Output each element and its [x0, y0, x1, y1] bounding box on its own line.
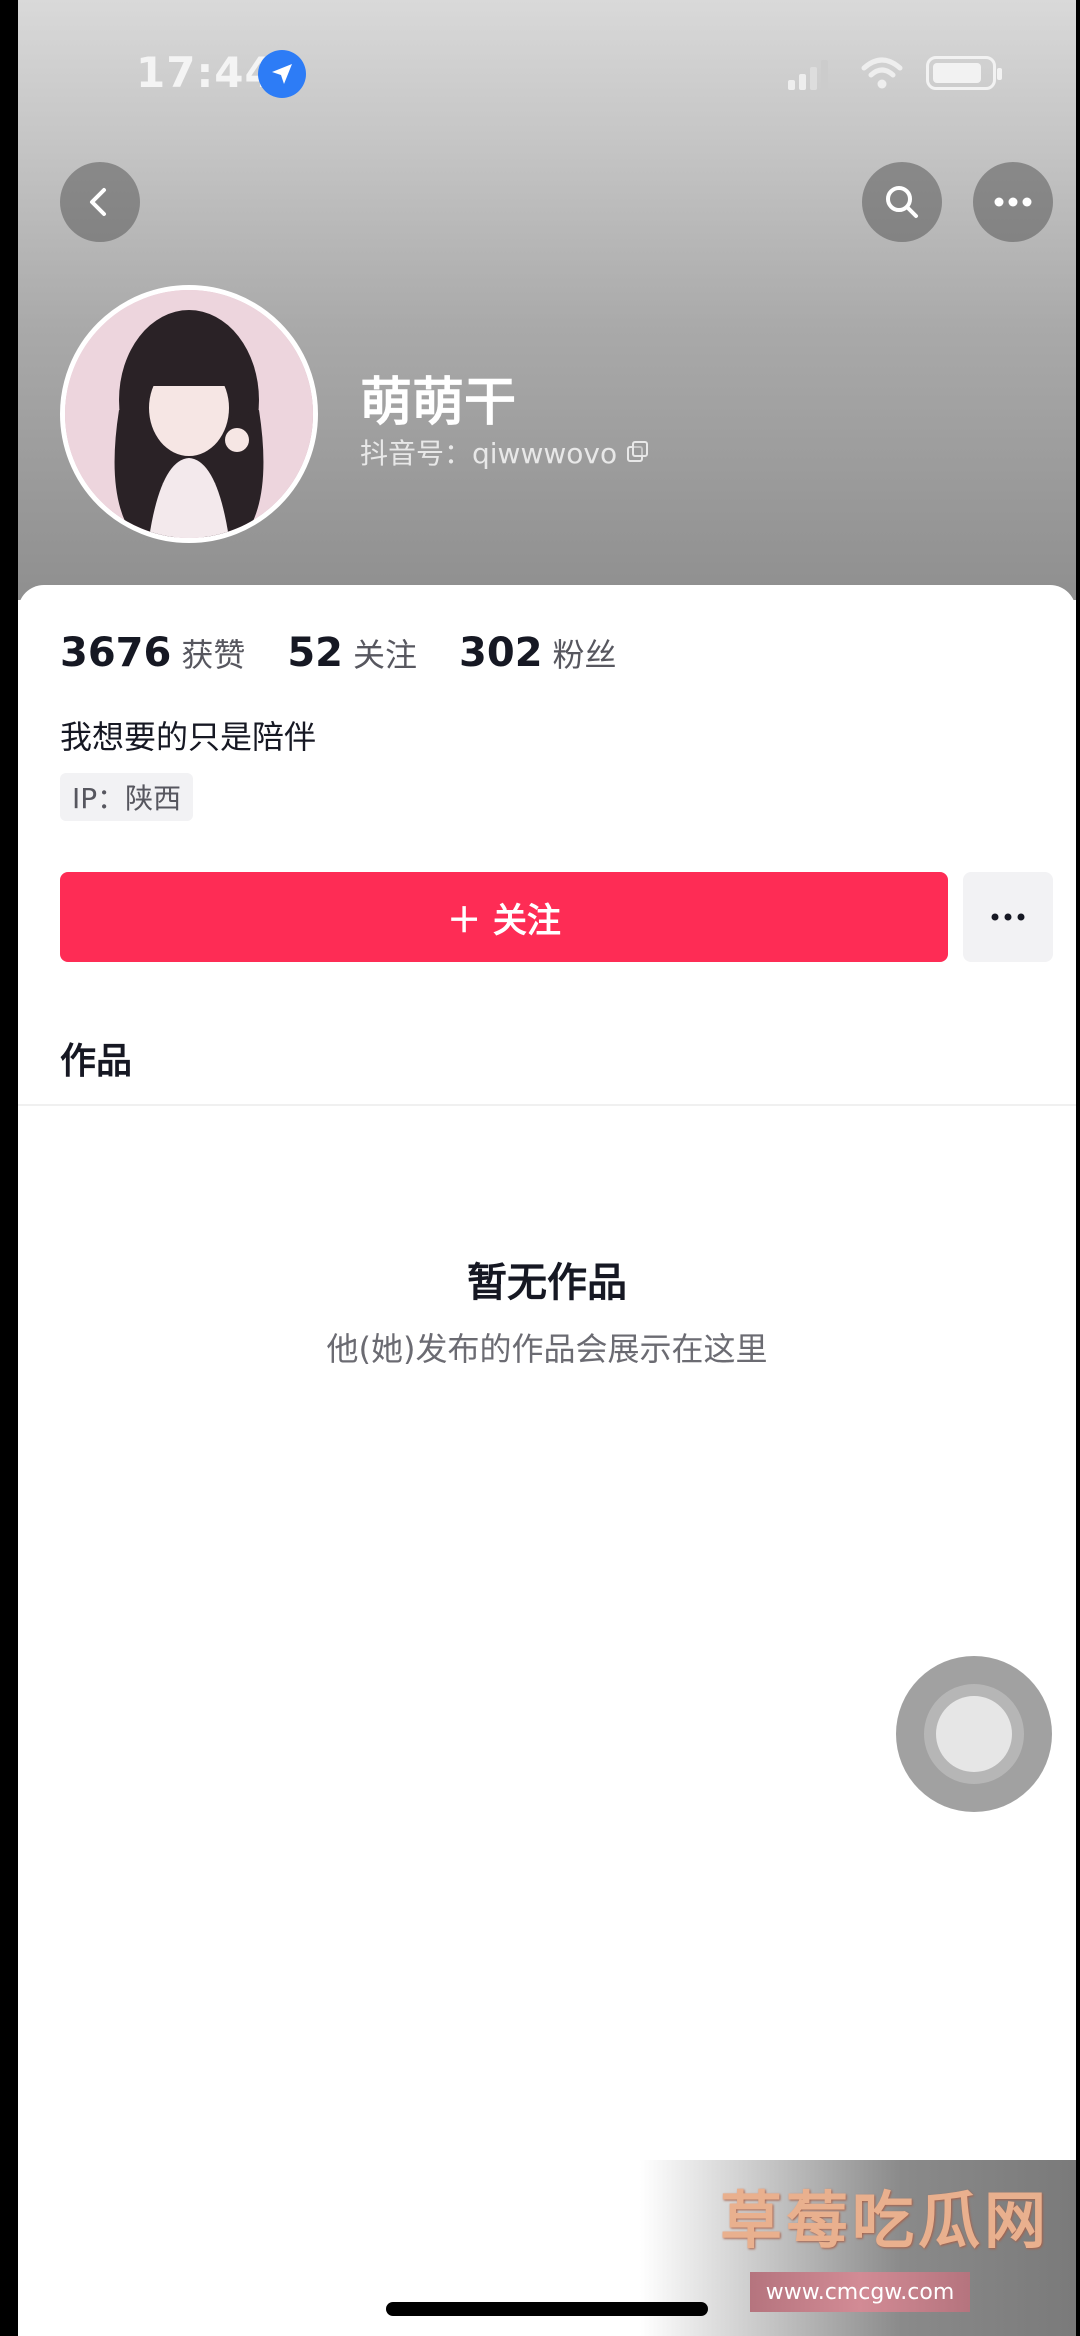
copy-icon[interactable] — [625, 440, 649, 464]
wifi-icon — [861, 57, 903, 89]
location-arrow-icon — [258, 50, 306, 98]
empty-state-subtitle: 他(她)发布的作品会展示在这里 — [326, 1330, 768, 1368]
stat-followers[interactable]: 302 粉丝 — [459, 630, 617, 676]
more-dots-icon — [991, 913, 1025, 921]
avatar-photo — [65, 290, 313, 538]
profile-stats: 3676 获赞 52 关注 302 粉丝 — [60, 630, 659, 676]
more-dots-icon — [994, 197, 1032, 207]
stat-following-label: 关注 — [353, 636, 418, 674]
follow-more-button[interactable] — [963, 872, 1053, 962]
stat-following[interactable]: 52 关注 — [287, 630, 417, 676]
profile-nickname: 萌萌干 — [360, 373, 517, 433]
status-time: 17:44 — [136, 48, 275, 97]
stat-followers-label: 粉丝 — [552, 636, 617, 674]
stat-likes[interactable]: 3676 获赞 — [60, 630, 245, 676]
follow-button[interactable]: ＋ 关注 — [60, 872, 948, 962]
home-indicator[interactable] — [386, 2302, 708, 2316]
back-button[interactable] — [60, 162, 140, 242]
avatar[interactable] — [60, 285, 318, 543]
more-options-button[interactable] — [973, 162, 1053, 242]
assistive-touch-button[interactable] — [896, 1656, 1052, 1812]
profile-screen: 17:44 萌萌干 抖音号：qiwwwovo 3676 获赞 52 关注 302… — [18, 0, 1076, 2336]
tab-works[interactable]: 作品 — [60, 1032, 132, 1084]
battery-icon — [926, 56, 1002, 90]
stat-likes-value: 3676 — [60, 630, 172, 676]
douyin-id-text: 抖音号：qiwwwovo — [360, 437, 618, 470]
search-icon — [886, 186, 918, 218]
watermark-url: www.cmcgw.com — [750, 2272, 970, 2312]
douyin-id-row[interactable]: 抖音号：qiwwwovo — [360, 432, 649, 472]
chevron-left-icon — [90, 188, 106, 216]
profile-card — [18, 585, 1076, 2336]
stat-following-value: 52 — [287, 630, 344, 676]
search-button[interactable] — [862, 162, 942, 242]
stat-followers-value: 302 — [459, 630, 543, 676]
ip-location-badge: IP：陕西 — [60, 773, 194, 821]
cellular-signal-icon — [788, 60, 828, 90]
empty-state-title: 暂无作品 — [467, 1260, 627, 1306]
watermark-title: 草莓吃瓜网 — [720, 2184, 1051, 2257]
profile-bio: 我想要的只是陪伴 — [60, 718, 317, 756]
tab-divider — [18, 1104, 1076, 1106]
stat-likes-label: 获赞 — [181, 636, 246, 674]
